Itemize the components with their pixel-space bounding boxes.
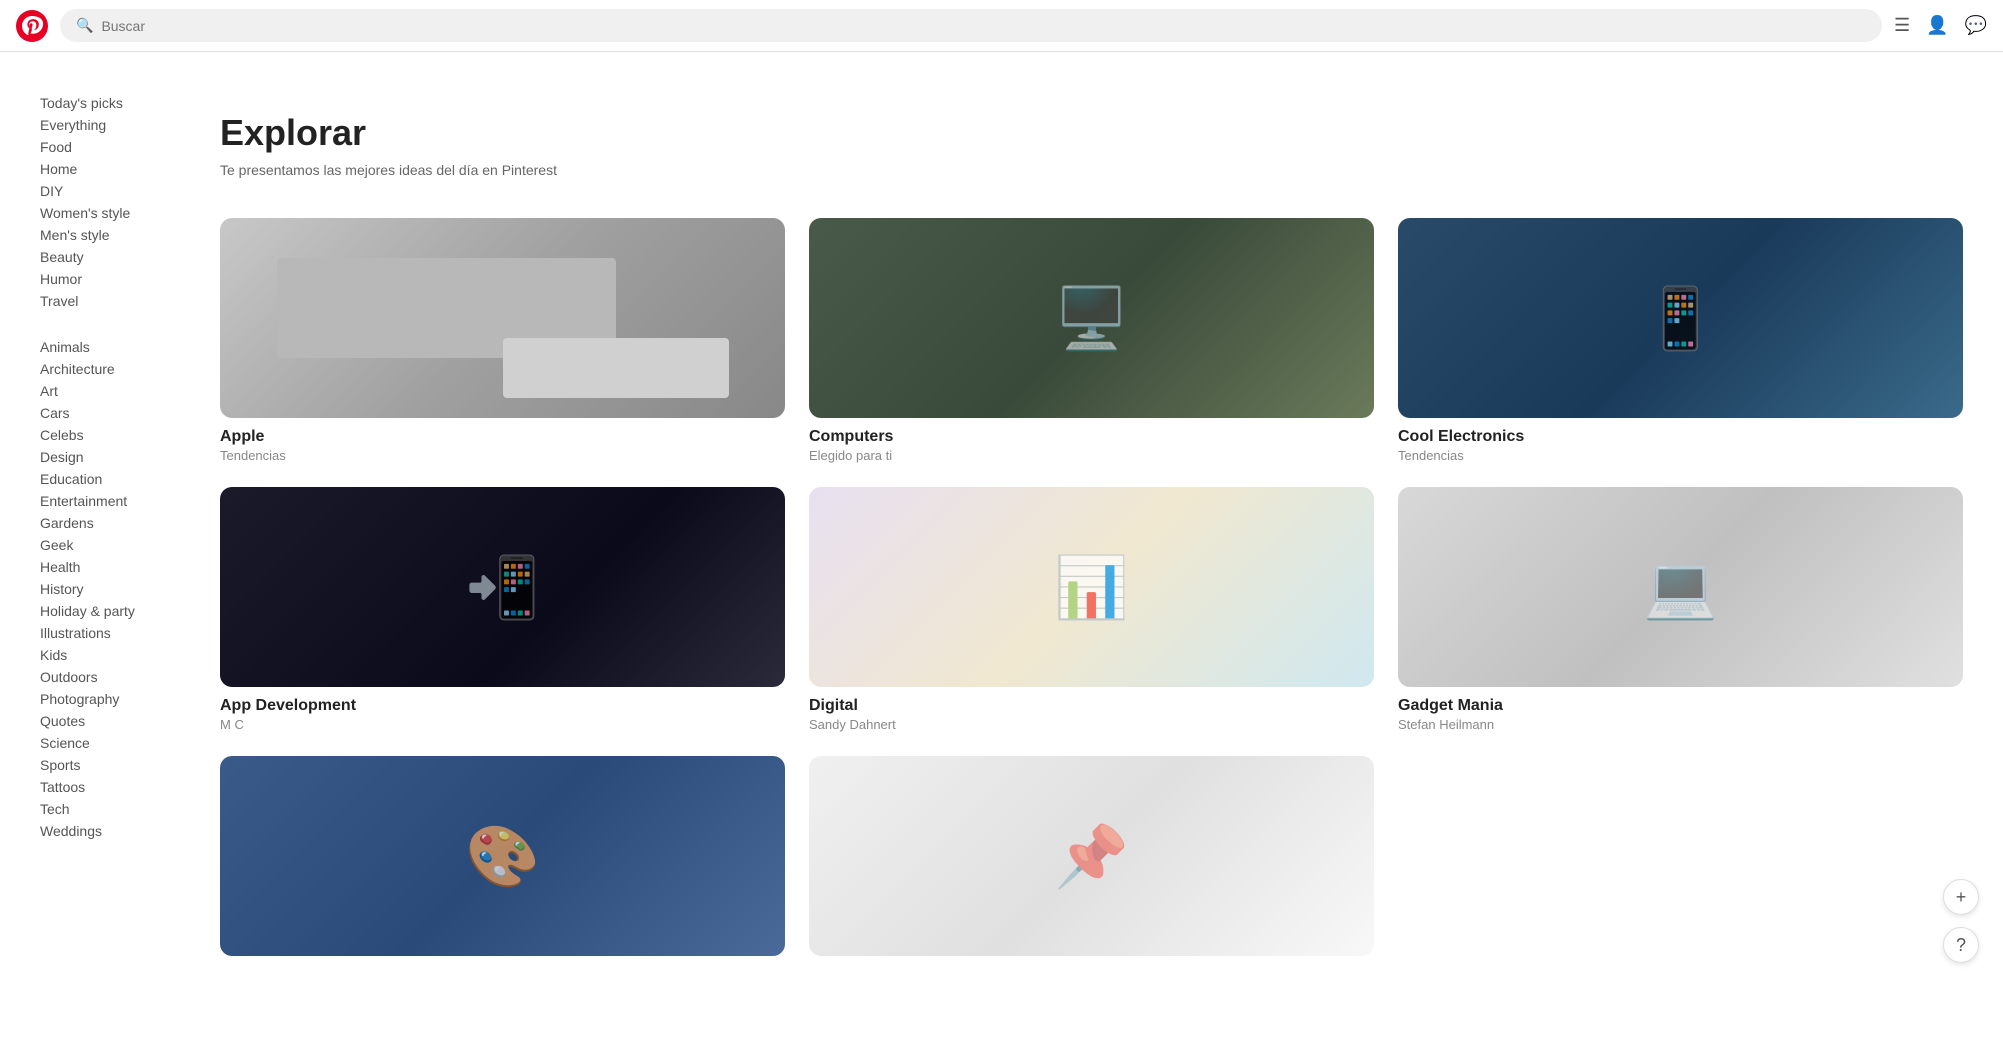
page-title: Explorar <box>220 112 1963 154</box>
sidebar-item-kids[interactable]: Kids <box>40 644 184 666</box>
sidebar-item-tech[interactable]: Tech <box>40 798 184 820</box>
search-input[interactable] <box>101 18 1866 34</box>
sidebar-item-everything[interactable]: Everything <box>40 114 184 136</box>
chat-icon[interactable]: 💬 <box>1965 15 1987 36</box>
board-title-apple: Apple <box>220 428 785 446</box>
header: 🔍 ☰ 👤 💬 <box>0 0 2003 52</box>
sidebar-item-animals[interactable]: Animals <box>40 336 184 358</box>
board-title-app-development: App Development <box>220 697 785 715</box>
help-button[interactable]: ? <box>1943 927 1979 963</box>
board-image-apple <box>220 218 785 418</box>
add-button[interactable]: + <box>1943 879 1979 915</box>
sidebar-item-womens-style[interactable]: Women's style <box>40 202 184 224</box>
sidebar-item-science[interactable]: Science <box>40 732 184 754</box>
board-image-cool-electronics <box>1398 218 1963 418</box>
sidebar-item-cars[interactable]: Cars <box>40 402 184 424</box>
sidebar-item-quotes[interactable]: Quotes <box>40 710 184 732</box>
sidebar-item-outdoors[interactable]: Outdoors <box>40 666 184 688</box>
sidebar-item-art[interactable]: Art <box>40 380 184 402</box>
board-title-gadget-mania: Gadget Mania <box>1398 697 1963 715</box>
board-card-digital[interactable]: Digital Sandy Dahnert <box>809 487 1374 732</box>
board-card-app-development[interactable]: App Development M C <box>220 487 785 732</box>
fab-container: + ? <box>1943 879 1979 963</box>
board-subtitle-cool-electronics: Tendencias <box>1398 448 1963 463</box>
sidebar-item-home[interactable]: Home <box>40 158 184 180</box>
board-subtitle-apple: Tendencias <box>220 448 785 463</box>
sidebar-item-holiday-party[interactable]: Holiday & party <box>40 600 184 622</box>
board-card-bottom2[interactable] <box>809 756 1374 966</box>
board-card-gadget-mania[interactable]: Gadget Mania Stefan Heilmann <box>1398 487 1963 732</box>
sidebar-item-celebs[interactable]: Celebs <box>40 424 184 446</box>
pinterest-logo[interactable] <box>16 10 48 42</box>
sidebar-section-2: AnimalsArchitectureArtCarsCelebsDesignEd… <box>40 336 184 842</box>
sidebar-item-illustrations[interactable]: Illustrations <box>40 622 184 644</box>
sidebar-item-humor[interactable]: Humor <box>40 268 184 290</box>
sidebar: Today's picksEverythingFoodHomeDIYWomen'… <box>0 52 200 1043</box>
sidebar-item-history[interactable]: History <box>40 578 184 600</box>
sidebar-section-1: Today's picksEverythingFoodHomeDIYWomen'… <box>40 92 184 312</box>
sidebar-item-architecture[interactable]: Architecture <box>40 358 184 380</box>
sidebar-item-food[interactable]: Food <box>40 136 184 158</box>
sidebar-item-health[interactable]: Health <box>40 556 184 578</box>
header-icons: ☰ 👤 💬 <box>1894 15 1987 36</box>
board-subtitle-gadget-mania: Stefan Heilmann <box>1398 717 1963 732</box>
board-card-bottom1[interactable] <box>220 756 785 966</box>
search-bar[interactable]: 🔍 <box>60 9 1882 42</box>
board-image-app-development <box>220 487 785 687</box>
board-title-digital: Digital <box>809 697 1374 715</box>
sidebar-item-photography[interactable]: Photography <box>40 688 184 710</box>
boards-grid: AppleTendenciasComputersElegido para tiC… <box>220 218 1963 966</box>
board-title-computers: Computers <box>809 428 1374 446</box>
sidebar-item-tattoos[interactable]: Tattoos <box>40 776 184 798</box>
sidebar-item-entertainment[interactable]: Entertainment <box>40 490 184 512</box>
board-subtitle-computers: Elegido para ti <box>809 448 1374 463</box>
board-subtitle-digital: Sandy Dahnert <box>809 717 1374 732</box>
sidebar-item-diy[interactable]: DIY <box>40 180 184 202</box>
board-card-apple[interactable]: Apple Tendencias <box>220 218 785 463</box>
sidebar-item-education[interactable]: Education <box>40 468 184 490</box>
board-card-cool-electronics[interactable]: Cool Electronics Tendencias <box>1398 218 1963 463</box>
sidebar-item-mens-style[interactable]: Men's style <box>40 224 184 246</box>
sidebar-item-todays-picks[interactable]: Today's picks <box>40 92 184 114</box>
sidebar-item-design[interactable]: Design <box>40 446 184 468</box>
page-container: Today's picksEverythingFoodHomeDIYWomen'… <box>0 52 2003 1043</box>
sidebar-item-travel[interactable]: Travel <box>40 290 184 312</box>
board-image-bottom1 <box>220 756 785 956</box>
sidebar-item-beauty[interactable]: Beauty <box>40 246 184 268</box>
page-subtitle: Te presentamos las mejores ideas del día… <box>220 162 1963 178</box>
board-card-computers[interactable]: Computers Elegido para ti <box>809 218 1374 463</box>
search-icon: 🔍 <box>76 17 93 34</box>
user-icon[interactable]: 👤 <box>1926 15 1948 36</box>
board-image-digital <box>809 487 1374 687</box>
sidebar-item-sports[interactable]: Sports <box>40 754 184 776</box>
board-image-gadget-mania <box>1398 487 1963 687</box>
menu-icon[interactable]: ☰ <box>1894 15 1910 36</box>
board-title-cool-electronics: Cool Electronics <box>1398 428 1963 446</box>
board-subtitle-app-development: M C <box>220 717 785 732</box>
sidebar-item-weddings[interactable]: Weddings <box>40 820 184 842</box>
board-image-computers <box>809 218 1374 418</box>
sidebar-item-gardens[interactable]: Gardens <box>40 512 184 534</box>
board-image-bottom2 <box>809 756 1374 956</box>
sidebar-item-geek[interactable]: Geek <box>40 534 184 556</box>
main-content: Explorar Te presentamos las mejores idea… <box>200 52 2003 1043</box>
